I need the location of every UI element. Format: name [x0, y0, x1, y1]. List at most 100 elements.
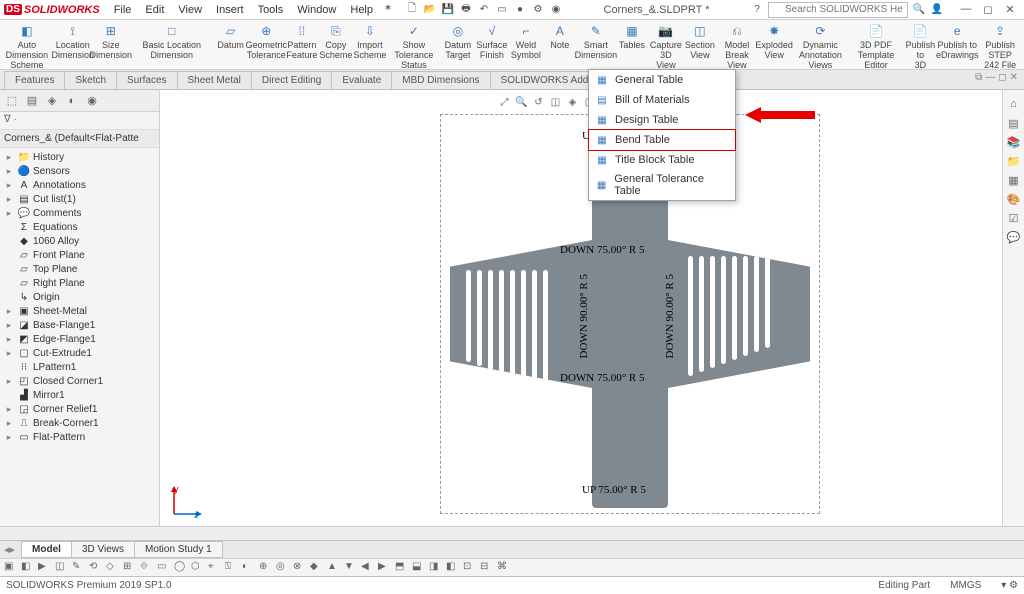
resources-tab-icon[interactable]: ▤	[1006, 115, 1022, 131]
doc-restore-icon[interactable]: ⧉	[975, 72, 982, 83]
bt-icon-7[interactable]: ◇	[106, 561, 120, 575]
appearances-tab-icon[interactable]: 🎨	[1006, 191, 1022, 207]
ribbon-3d-pdf-template-editor-button[interactable]: 📄3D PDF Template Editor	[849, 22, 902, 70]
tab-sketch[interactable]: Sketch	[64, 71, 117, 89]
zoom-fit-icon[interactable]: ⤢	[498, 95, 512, 109]
menu-tools[interactable]: Tools	[252, 2, 290, 18]
tree-item-mirror1[interactable]: ▟Mirror1	[0, 388, 159, 402]
doc-maximize-icon[interactable]: ◻	[998, 72, 1006, 83]
ribbon-location-dimension-button[interactable]: ⟟Location Dimension	[54, 22, 92, 61]
ribbon-model-break-view-button[interactable]: ⎌Model Break View	[717, 22, 757, 70]
bottom-tab-model[interactable]: Model	[21, 541, 72, 558]
ribbon-section-view-button[interactable]: ◫Section View	[683, 22, 717, 61]
tree-item-base-flange1[interactable]: ▸◪Base-Flange1	[0, 318, 159, 332]
ribbon-smart-dimension-button[interactable]: ✎Smart Dimension	[577, 22, 615, 61]
bt-icon-4[interactable]: ◫	[55, 561, 69, 575]
menu-help[interactable]: Help	[344, 2, 379, 18]
horizontal-scrollbar[interactable]	[0, 526, 1024, 540]
ribbon-basic-location-dimension-button[interactable]: □Basic Location Dimension	[130, 22, 214, 61]
tab-sheet-metal[interactable]: Sheet Metal	[177, 71, 252, 89]
dropdown-general-tolerance-table[interactable]: ▦General Tolerance Table	[589, 170, 735, 200]
maximize-icon[interactable]: ◻	[978, 3, 998, 16]
expand-icon[interactable]: ▸	[4, 334, 14, 345]
bottom-tab-motion-study-1[interactable]: Motion Study 1	[134, 541, 223, 558]
ribbon-datum-target-button[interactable]: ◎Datum Target	[441, 22, 475, 61]
bt-icon-24[interactable]: ⬒	[395, 561, 409, 575]
ribbon-weld-symbol-button[interactable]: ⌐Weld Symbol	[509, 22, 543, 61]
view-palette-tab-icon[interactable]: ▦	[1006, 172, 1022, 188]
undo-icon[interactable]: ↶	[477, 3, 491, 17]
graphics-viewport[interactable]: ⤢ 🔍 ↺ ◫ ◈ ▢ 👁 🎨 ◉ ⚙	[160, 90, 1002, 526]
section-view-icon[interactable]: ◫	[549, 95, 563, 109]
expand-icon[interactable]: ▸	[4, 404, 14, 415]
print-icon[interactable]: 🖶	[459, 3, 473, 17]
bt-icon-26[interactable]: ◨	[429, 561, 443, 575]
home-tab-icon[interactable]: ⌂	[1006, 96, 1022, 112]
select-icon[interactable]: ▭	[495, 3, 509, 17]
tab-mbd-dimensions[interactable]: MBD Dimensions	[391, 71, 490, 89]
tab-surfaces[interactable]: Surfaces	[116, 71, 177, 89]
bt-icon-29[interactable]: ⊟	[480, 561, 494, 575]
dimxpert-tab-icon[interactable]: ◉	[84, 93, 100, 109]
expand-icon[interactable]: ▸	[4, 152, 14, 163]
ribbon-dynamic-annotation-views-button[interactable]: ⟳Dynamic Annotation Views	[791, 22, 849, 70]
options-icon[interactable]: ⚙	[531, 3, 545, 17]
expand-icon[interactable]: ▸	[4, 320, 14, 331]
ribbon-pattern-feature-button[interactable]: ⁞⁞Pattern Feature	[285, 22, 319, 61]
forum-tab-icon[interactable]: 💬	[1006, 229, 1022, 245]
design-lib-tab-icon[interactable]: 📚	[1006, 134, 1022, 150]
bt-icon-21[interactable]: ▼	[344, 561, 358, 575]
bt-icon-28[interactable]: ⊡	[463, 561, 477, 575]
menu-insert[interactable]: Insert	[210, 2, 250, 18]
expand-icon[interactable]: ▸	[4, 306, 14, 317]
ribbon-geometric-tolerance-button[interactable]: ⊕Geometric Tolerance	[248, 22, 285, 61]
rebuild-icon[interactable]: ●	[513, 3, 527, 17]
expand-icon[interactable]: ▸	[4, 418, 14, 429]
tree-item-sensors[interactable]: ▸🔵Sensors	[0, 164, 159, 178]
ribbon-publish-to-edrawings-button[interactable]: ePublish to eDrawings	[938, 22, 976, 61]
tree-item-1060-alloy[interactable]: ◆1060 Alloy	[0, 234, 159, 248]
tree-item-corner-relief1[interactable]: ▸◲Corner Relief1	[0, 402, 159, 416]
bt-icon-30[interactable]: ⌘	[497, 561, 511, 575]
ribbon-note-button[interactable]: ANote	[543, 22, 577, 51]
tree-item-comments[interactable]: ▸💬Comments	[0, 206, 159, 220]
bt-icon-16[interactable]: ⊕	[259, 561, 273, 575]
help-icon[interactable]: ?	[750, 3, 764, 17]
bottom-tab-3d-views[interactable]: 3D Views	[71, 541, 135, 558]
feature-tree-tab-icon[interactable]: ⬚	[4, 93, 20, 109]
expand-icon[interactable]: ▸	[4, 166, 14, 177]
tree-item-top-plane[interactable]: ▱Top Plane	[0, 262, 159, 276]
tree-item-origin[interactable]: ↳Origin	[0, 290, 159, 304]
search-icon[interactable]: 🔍	[912, 3, 926, 17]
tree-item-history[interactable]: ▸📁History	[0, 150, 159, 164]
menu-window[interactable]: Window	[291, 2, 342, 18]
tree-item-edge-flange1[interactable]: ▸◩Edge-Flange1	[0, 332, 159, 346]
bt-icon-15[interactable]: ◐	[242, 561, 256, 575]
bt-icon-27[interactable]: ◧	[446, 561, 460, 575]
tree-item-cut-extrude1[interactable]: ▸▢Cut-Extrude1	[0, 346, 159, 360]
config-tab-icon[interactable]: ◈	[44, 93, 60, 109]
zoom-area-icon[interactable]: 🔍	[515, 95, 529, 109]
ribbon-size-dimension-button[interactable]: ⊞Size Dimension	[92, 22, 130, 61]
login-icon[interactable]: 👤	[930, 3, 944, 17]
dropdown-bill-of-materials[interactable]: ▤Bill of Materials	[589, 90, 735, 110]
menu-view[interactable]: View	[172, 2, 208, 18]
bt-icon-25[interactable]: ⬓	[412, 561, 426, 575]
help-search-input[interactable]	[768, 2, 908, 18]
bt-icon-18[interactable]: ⊗	[293, 561, 307, 575]
bt-icon-6[interactable]: ⟲	[89, 561, 103, 575]
expand-icon[interactable]: ▸	[4, 180, 14, 191]
bt-icon-3[interactable]: ▶	[38, 561, 52, 575]
tree-item-lpattern1[interactable]: ⁝⁝LPattern1	[0, 360, 159, 374]
ribbon-auto-dimension-scheme-button[interactable]: ◧Auto Dimension Scheme	[0, 22, 54, 70]
bt-icon-11[interactable]: ◯	[174, 561, 188, 575]
bt-icon-17[interactable]: ◎	[276, 561, 290, 575]
ribbon-show-tolerance-status-button[interactable]: ✓Show Tolerance Status	[387, 22, 441, 70]
minimize-icon[interactable]: —	[956, 3, 976, 16]
view-orient-icon[interactable]: ◈	[566, 95, 580, 109]
dropdown-title-block-table[interactable]: ▦Title Block Table	[589, 150, 735, 170]
tree-item-right-plane[interactable]: ▱Right Plane	[0, 276, 159, 290]
extra-icon[interactable]: ◉	[549, 3, 563, 17]
ribbon-exploded-view-button[interactable]: ✸Exploded View	[757, 22, 791, 61]
tree-item-flat-pattern[interactable]: ▸▭Flat-Pattern	[0, 430, 159, 444]
